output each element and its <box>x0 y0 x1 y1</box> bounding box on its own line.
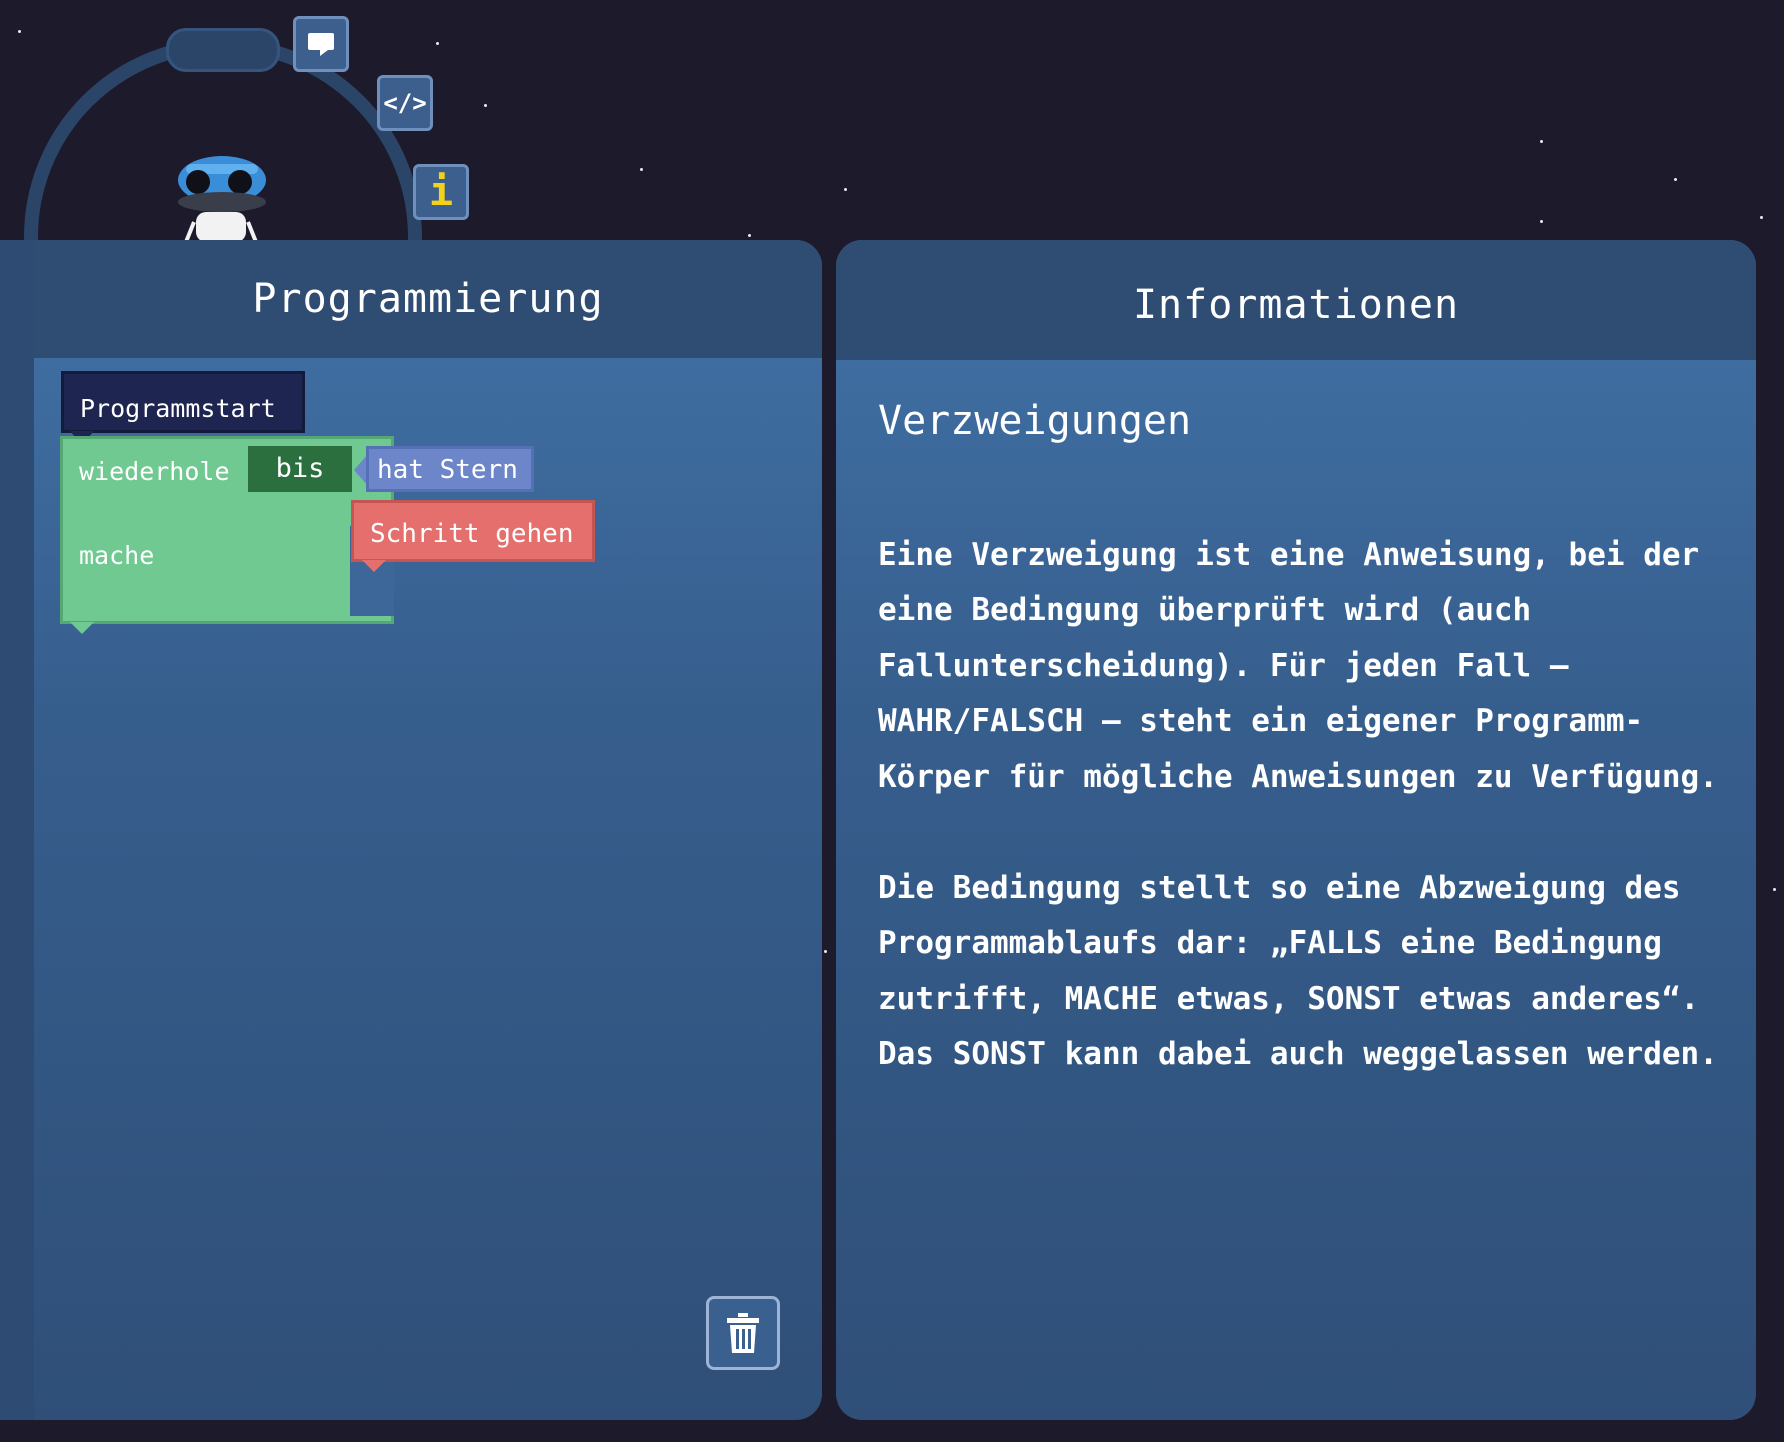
star <box>1760 216 1763 219</box>
info-heading: Verzweigungen <box>878 398 1192 444</box>
stage: </> i Programmierung Programmstart wiede… <box>0 0 1784 1442</box>
code-icon: </> <box>383 89 427 117</box>
star <box>18 30 21 33</box>
info-paragraph: Die Bedingung stellt so eine Abzweigung … <box>878 869 1718 1073</box>
arc-handle <box>166 28 280 72</box>
step-block[interactable]: Schritt gehen <box>351 500 595 562</box>
repeat-label: wiederhole <box>79 457 230 486</box>
star <box>1540 220 1543 223</box>
star <box>436 42 439 45</box>
chat-button[interactable] <box>293 16 349 72</box>
block-connector <box>362 560 386 572</box>
star <box>1674 178 1677 181</box>
programming-panel-title: Programmierung <box>34 240 822 358</box>
info-icon: i <box>428 169 454 215</box>
info-body: Eine Verzweigung ist eine Anweisung, bei… <box>878 472 1738 1138</box>
code-button[interactable]: </> <box>377 75 433 131</box>
star <box>640 168 643 171</box>
info-paragraph: Eine Verzweigung ist eine Anweisung, bei… <box>878 536 1718 795</box>
star <box>1540 140 1543 143</box>
until-dropdown[interactable]: bis <box>248 446 352 492</box>
info-button[interactable]: i <box>413 164 469 220</box>
trash-icon <box>727 1313 759 1353</box>
program-start-block[interactable]: Programmstart <box>61 371 305 433</box>
chat-bubble-icon <box>308 33 334 56</box>
trash-button[interactable] <box>706 1296 780 1370</box>
block-connector <box>70 622 94 634</box>
star <box>824 950 827 953</box>
do-label: mache <box>79 541 155 570</box>
star <box>844 188 847 191</box>
information-panel-title: Informationen <box>836 240 1756 360</box>
condition-block[interactable]: hat Stern <box>366 446 534 492</box>
robot-avatar <box>178 156 266 242</box>
star <box>748 234 751 237</box>
star <box>1773 888 1776 891</box>
star <box>484 104 487 107</box>
